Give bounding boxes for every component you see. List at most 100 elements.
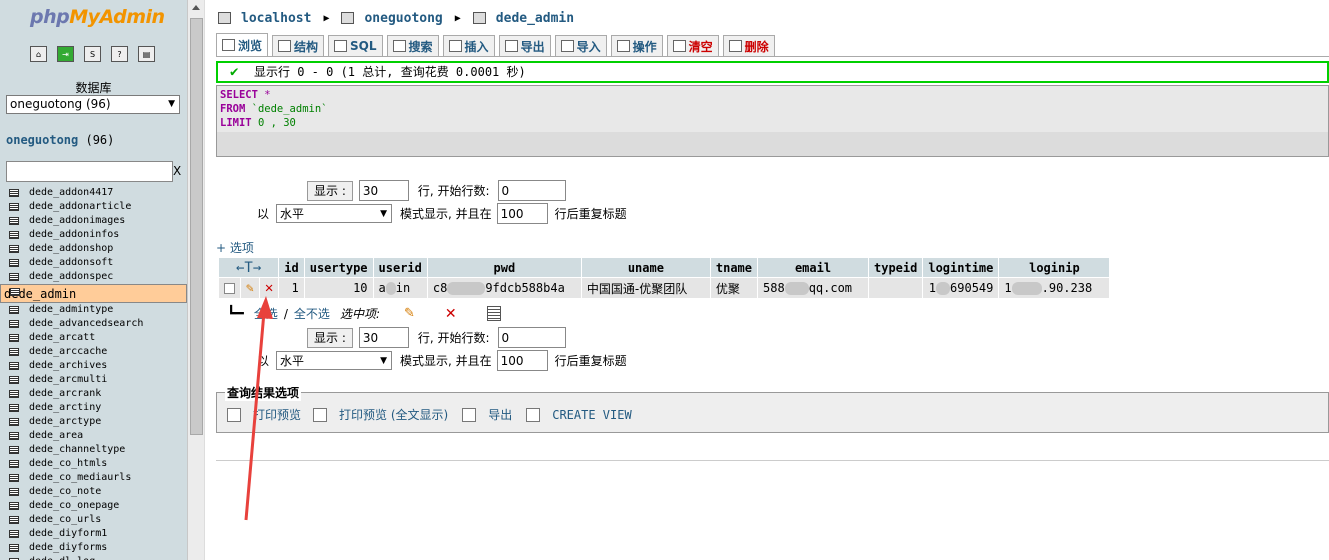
start-row-input[interactable]: 0 [497,327,566,348]
sidebar-table-label[interactable]: dede_arcrank [29,388,101,399]
table-icon[interactable] [9,217,19,225]
sidebar-table-label[interactable]: dede_co_mediaurls [29,472,131,483]
options-link[interactable]: + 选项 [216,239,254,256]
table-icon[interactable] [9,390,19,398]
sidebar-table-label[interactable]: dede_co_urls [29,514,101,525]
sidebar-table-item[interactable]: dede_addonsoft [0,256,187,270]
sidebar-table-label[interactable]: dede_advancedsearch [29,318,143,329]
bulk-delete-x-icon[interactable]: ✕ [445,306,457,322]
sidebar-table-item[interactable]: dede_addon4417 [0,186,187,200]
table-icon[interactable] [10,288,20,296]
sidebar-table-label[interactable]: dede_archives [29,360,107,371]
sidebar-table-label[interactable]: dede_channeltype [29,444,125,455]
column-header[interactable]: email [758,258,868,277]
table-icon[interactable] [9,516,19,524]
print-view-full-link[interactable]: 打印预览 (全文显示) [339,406,448,423]
table-icon[interactable] [9,544,19,552]
sidebar-table-item[interactable]: dede_addonarticle [0,200,187,214]
sidebar-table-item[interactable]: dede_addoninfos [0,228,187,242]
sidebar-table-item[interactable]: dede_addonspec [0,270,187,284]
sidebar-table-item[interactable]: dede_co_urls [0,513,187,527]
database-heading[interactable]: oneguotong (96) [6,133,114,147]
tab-structure[interactable]: 结构 [272,35,325,56]
sidebar-table-item[interactable]: dede_co_note [0,485,187,499]
column-header[interactable]: uname [581,258,710,277]
sidebar-table-label[interactable]: dede_addon4417 [29,187,113,198]
table-icon[interactable] [9,362,19,370]
column-header[interactable]: id [279,258,304,277]
column-header[interactable]: userid [373,258,427,277]
table-icon[interactable] [9,530,19,538]
table-icon[interactable] [9,474,19,482]
tab-drop[interactable]: 删除 [722,35,775,56]
start-row-input[interactable]: 0 [497,180,566,201]
home-icon[interactable]: ⌂ [30,46,47,62]
sidebar-table-label[interactable]: dede_dl_log [29,556,95,560]
sidebar-table-item[interactable]: dede_area [0,429,187,443]
breadcrumb-database[interactable]: oneguotong [364,11,442,26]
sidebar-table-label[interactable]: dede_arctype [29,416,101,427]
sidebar-table-item[interactable]: dede_arctype [0,415,187,429]
phpmyadmin-logo[interactable]: phpMyAdmin [30,6,165,28]
sidebar-table-item[interactable]: dede_arccache [0,345,187,359]
sidebar-table-label[interactable]: dede_arcmulti [29,374,107,385]
display-mode-select[interactable]: 水平 ▼ [276,204,393,223]
sidebar-table-label[interactable]: dede_addonimages [29,215,125,226]
tab-sql[interactable]: SQL [328,35,383,56]
table-icon[interactable] [9,259,19,267]
sidebar-table-item[interactable]: dede_co_onepage [0,499,187,513]
sidebar-table-label[interactable]: dede_admintype [29,304,113,315]
select-all-link[interactable]: 全选 [254,305,278,322]
table-icon[interactable] [9,320,19,328]
rows-input[interactable]: 30 [358,327,409,348]
breadcrumb-table[interactable]: dede_admin [496,11,574,26]
sidebar-table-item[interactable]: dede_archives [0,359,187,373]
sql-icon[interactable]: S [84,46,101,62]
row-checkbox[interactable] [224,283,235,294]
sidebar-table-item[interactable]: dede_advancedsearch [0,317,187,331]
table-icon[interactable] [9,404,19,412]
display-mode-select[interactable]: 水平 ▼ [276,351,393,370]
sidebar-table-label[interactable]: dede_area [29,430,83,441]
bulk-edit-pencil-icon[interactable]: ✎ [404,306,415,321]
table-icon[interactable] [9,273,19,281]
help-icon[interactable]: ? [111,46,128,62]
sidebar-table-item[interactable]: dede_addonshop [0,242,187,256]
table-icon[interactable] [9,334,19,342]
sidebar-table-item[interactable]: dede_channeltype [0,443,187,457]
column-header[interactable]: loginip [999,258,1110,277]
frame-divider[interactable] [204,0,213,560]
tab-browse[interactable]: 浏览 [216,33,269,56]
sidebar-table-item[interactable]: dede_admin [0,284,187,303]
table-icon[interactable] [9,488,19,496]
sidebar-table-label[interactable]: dede_addoninfos [29,229,119,240]
table-icon[interactable] [9,460,19,468]
sidebar-table-label[interactable]: dede_co_htmls [29,458,107,469]
sidebar-table-label[interactable]: dede_addonshop [29,243,113,254]
clear-filter-button[interactable]: X [173,164,181,178]
left-scrollbar[interactable] [187,0,204,560]
sidebar-table-item[interactable]: dede_arcatt [0,331,187,345]
column-header[interactable]: tname [710,258,757,277]
sidebar-table-label[interactable]: dede_arccache [29,346,107,357]
sidebar-table-item[interactable]: dede_diyforms [0,541,187,555]
column-header[interactable]: usertype [304,258,373,277]
column-header[interactable]: pwd [427,258,581,277]
sidebar-table-label[interactable]: dede_addonsoft [29,257,113,268]
table-icon[interactable] [9,418,19,426]
sidebar-table-label[interactable]: dede_addonarticle [29,201,131,212]
sidebar-table-item[interactable]: dede_co_mediaurls [0,471,187,485]
sidebar-table-label[interactable]: dede_co_note [29,486,101,497]
table-icon[interactable] [9,432,19,440]
edit-pencil-icon[interactable]: ✎ [246,281,254,296]
sidebar-table-label[interactable]: dede_arctiny [29,402,101,413]
delete-x-icon[interactable]: ✕ [265,280,273,296]
sidebar-table-item[interactable]: dede_diyform1 [0,527,187,541]
rows-input[interactable]: 30 [358,180,409,201]
tab-import[interactable]: 导入 [554,35,607,56]
table-filter-input[interactable] [6,161,173,182]
scroll-up-icon[interactable] [192,5,200,10]
table-icon[interactable] [9,245,19,253]
sidebar-table-label[interactable]: dede_diyform1 [29,528,107,539]
table-icon[interactable] [9,502,19,510]
